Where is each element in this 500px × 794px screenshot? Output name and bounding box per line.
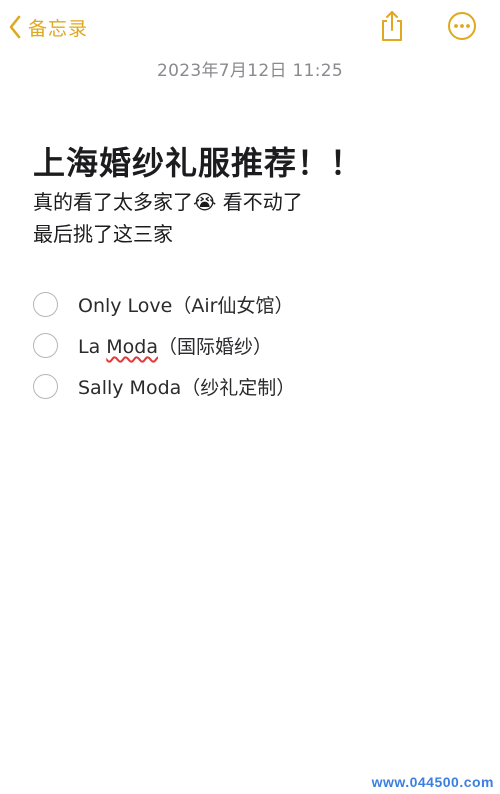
chevron-left-icon bbox=[8, 15, 22, 39]
checklist-item[interactable]: La Moda（国际婚纱） bbox=[33, 325, 473, 366]
checklist-item-label-before: La bbox=[78, 336, 107, 358]
checkbox-circle[interactable] bbox=[33, 333, 58, 358]
note-body-line-2: 最后挑了这三家 bbox=[33, 222, 173, 246]
checklist-item-label: Sally Moda（纱礼定制） bbox=[78, 377, 296, 399]
crying-face-emoji: 😭 bbox=[193, 190, 217, 214]
checkbox-circle[interactable] bbox=[33, 292, 58, 317]
watermark: www.044500.com bbox=[371, 774, 494, 790]
checkbox-circle[interactable] bbox=[33, 374, 58, 399]
checklist-item[interactable]: Sally Moda（纱礼定制） bbox=[33, 366, 473, 407]
share-button[interactable] bbox=[374, 10, 410, 46]
checklist: Only Love（Air仙女馆） La Moda（国际婚纱） Sally Mo… bbox=[33, 284, 473, 407]
note-body-line-1-text: 真的看了太多家了 bbox=[33, 190, 193, 214]
checklist-item-label: La Moda（国际婚纱） bbox=[78, 332, 272, 359]
checklist-item-label-after: （国际婚纱） bbox=[158, 336, 273, 358]
note-timestamp: 2023年7月12日 11:25 bbox=[157, 61, 343, 81]
back-label: 备忘录 bbox=[28, 17, 89, 40]
note-body[interactable]: 真的看了太多家了😭 看不动了 最后挑了这三家 bbox=[33, 186, 303, 250]
note-body-line-1-suffix: 看不动了 bbox=[216, 190, 303, 214]
share-icon bbox=[378, 9, 406, 47]
misspelled-word[interactable]: Moda bbox=[106, 336, 158, 358]
navigation-bar: 备忘录 bbox=[0, 0, 500, 56]
ellipsis-circle-icon bbox=[447, 11, 477, 45]
checklist-item[interactable]: Only Love（Air仙女馆） bbox=[33, 284, 473, 325]
more-options-button[interactable] bbox=[444, 10, 480, 46]
note-body-line-1: 真的看了太多家了😭 看不动了 bbox=[33, 186, 303, 218]
note-title[interactable]: 上海婚纱礼服推荐！！ bbox=[33, 138, 363, 184]
back-button[interactable]: 备忘录 bbox=[8, 10, 88, 44]
checklist-item-label: Only Love（Air仙女馆） bbox=[78, 295, 294, 317]
